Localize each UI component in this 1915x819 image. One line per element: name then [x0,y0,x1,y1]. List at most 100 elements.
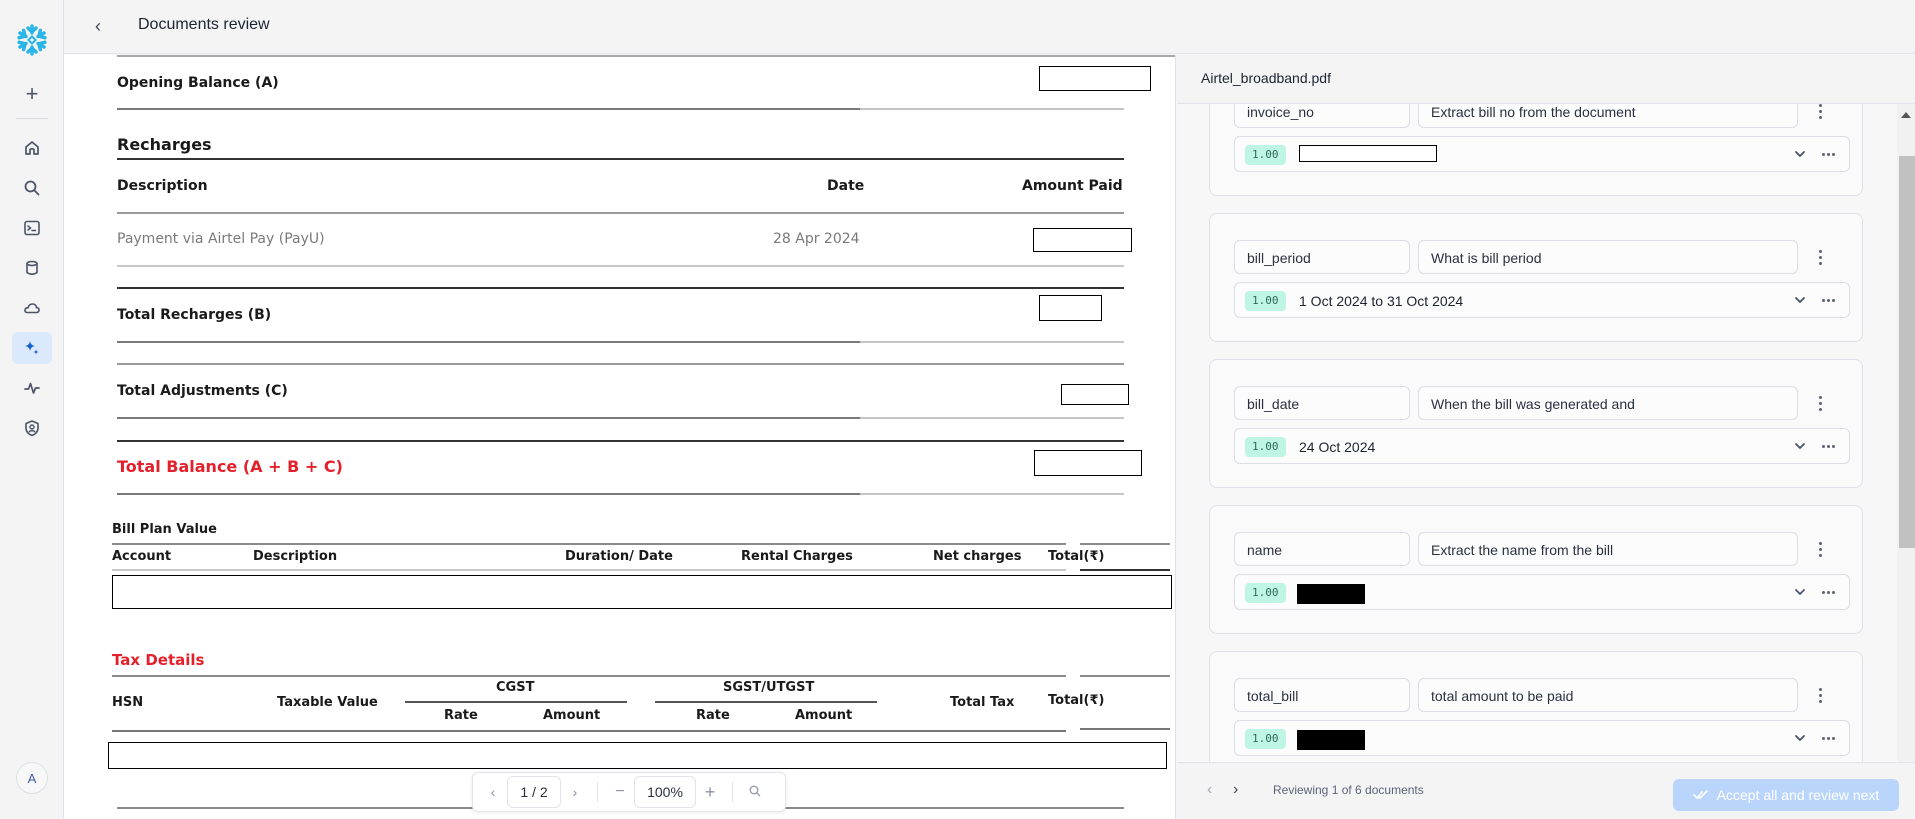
field-value-row[interactable]: 1.00 [1234,720,1850,756]
recharge-row-description: Payment via Airtel Pay (PayU) [117,231,325,247]
rule [860,108,1124,110]
scroll-up-arrow-icon[interactable] [1901,112,1911,118]
field-prompt-input[interactable]: What is bill period [1418,240,1798,274]
field-value-row[interactable]: 1.00 [1234,136,1850,172]
redacted-value [1297,584,1365,604]
rule [1080,675,1170,677]
nav-admin[interactable] [12,412,52,444]
more-horizontal-icon[interactable] [1817,145,1839,163]
shield-user-icon [25,420,39,437]
redacted-bill-plan-row [112,575,1172,609]
redacted-opening-balance [1039,66,1151,91]
next-page-chevron-right-icon[interactable]: › [561,784,589,800]
col-sgst: SGST/UTGST [723,680,815,695]
chevron-down-icon[interactable] [1791,583,1809,601]
zoom-out-minus-icon[interactable]: − [606,783,634,801]
rule [117,287,1124,289]
fields-list[interactable]: invoice_no Extract bill no from the docu… [1177,104,1897,817]
col-tax-total: Total(₹) [1048,693,1105,708]
field-prompt-input[interactable]: When the bill was generated and [1418,386,1798,420]
field-card-name: name Extract the name from the bill 1.00 [1209,505,1863,634]
field-prompt-input[interactable]: total amount to be paid [1418,678,1798,712]
col-account: Account [112,549,172,564]
rule [117,108,860,110]
nav-home[interactable] [12,132,52,164]
field-value-text: 24 Oct 2024 [1299,439,1376,455]
more-horizontal-icon[interactable] [1817,291,1839,309]
field-options-kebab-icon[interactable] [1810,536,1830,562]
prev-document-chevron-left-icon[interactable]: ‹ [1207,781,1212,799]
col-amount-paid: Amount Paid [1022,178,1123,194]
page-number-input[interactable]: 1 / 2 [507,776,561,808]
user-avatar[interactable]: A [16,762,48,794]
confidence-score-badge: 1.00 [1245,729,1286,749]
home-icon [25,141,39,155]
more-horizontal-icon[interactable] [1817,729,1839,747]
scrollbar-thumb[interactable] [1899,156,1915,548]
accept-all-button[interactable]: Accept all and review next [1673,779,1899,811]
create-plus-icon[interactable]: + [22,83,42,105]
field-value-row[interactable]: 1.00 24 Oct 2024 [1234,428,1850,464]
rule [405,701,627,703]
col-cgst-amount: Amount [543,708,601,723]
field-options-kebab-icon[interactable] [1810,390,1830,416]
nav-search[interactable] [12,172,52,204]
field-prompt-input[interactable]: Extract bill no from the document [1418,104,1798,128]
col-duration-date: Duration/ Date [565,549,673,564]
zoom-in-plus-icon[interactable]: + [696,782,724,803]
fields-scrollbar[interactable] [1897,104,1915,817]
chevron-down-icon[interactable] [1791,437,1809,455]
total-balance-label: Total Balance (A + B + C) [117,457,343,476]
field-key-input[interactable]: bill_date [1234,386,1410,420]
rule [112,543,1066,545]
rule [112,730,1066,732]
field-options-kebab-icon[interactable] [1810,244,1830,270]
chevron-down-icon[interactable] [1791,291,1809,309]
field-value-row[interactable]: 1.00 [1234,574,1850,610]
prev-page-chevron-left-icon[interactable]: ‹ [479,784,507,800]
field-options-kebab-icon[interactable] [1810,104,1830,124]
next-document-chevron-right-icon[interactable]: › [1233,781,1238,799]
field-key-input[interactable]: name [1234,532,1410,566]
field-options-kebab-icon[interactable] [1810,682,1830,708]
field-key-input[interactable]: invoice_no [1234,104,1410,128]
document-viewer[interactable]: Opening Balance (A) Recharges Descriptio… [64,55,1176,819]
field-card-total-bill: total_bill total amount to be paid 1.00 [1209,651,1863,780]
col-description: Description [117,178,208,194]
nav-data[interactable] [12,252,52,284]
rule [117,265,1124,267]
nav-monitoring[interactable] [12,372,52,404]
rail-divider [16,118,48,119]
col-sgst-rate: Rate [696,708,730,723]
extraction-panel: Airtel_broadband.pdf invoice_no Extract … [1177,55,1915,819]
field-card-invoice-no: invoice_no Extract bill no from the docu… [1209,104,1863,196]
opening-balance-label: Opening Balance (A) [117,75,279,91]
field-value-row[interactable]: 1.00 1 Oct 2024 to 31 Oct 2024 [1234,282,1850,318]
rule [117,55,1175,57]
field-key-input[interactable]: bill_period [1234,240,1410,274]
page-title: Documents review [138,16,270,33]
field-key-input[interactable]: total_bill [1234,678,1410,712]
more-horizontal-icon[interactable] [1817,437,1839,455]
back-chevron-icon[interactable]: ‹ [88,16,108,36]
nav-data-products[interactable] [12,292,52,324]
col-hsn: HSN [112,695,144,710]
nav-worksheets[interactable] [12,212,52,244]
recharge-row-date: 28 Apr 2024 [773,231,860,247]
zoom-level-input[interactable]: 100% [634,776,696,808]
nav-ai-ml[interactable] [12,332,52,364]
more-horizontal-icon[interactable] [1817,583,1839,601]
cloud-icon [24,303,40,314]
redacted-value [1299,145,1437,162]
chevron-down-icon[interactable] [1791,729,1809,747]
review-status-text: Reviewing 1 of 6 documents [1273,783,1424,797]
chevron-down-icon[interactable] [1791,145,1809,163]
col-taxable-value: Taxable Value [277,695,378,710]
snowflake-logo-icon[interactable] [14,22,50,58]
field-card-bill-date: bill_date When the bill was generated an… [1209,359,1863,488]
field-prompt-input[interactable]: Extract the name from the bill [1418,532,1798,566]
field-value-text: 1 Oct 2024 to 31 Oct 2024 [1299,293,1464,309]
double-check-icon [1692,790,1708,799]
search-document-icon[interactable] [741,784,769,800]
col-cgst-rate: Rate [444,708,478,723]
